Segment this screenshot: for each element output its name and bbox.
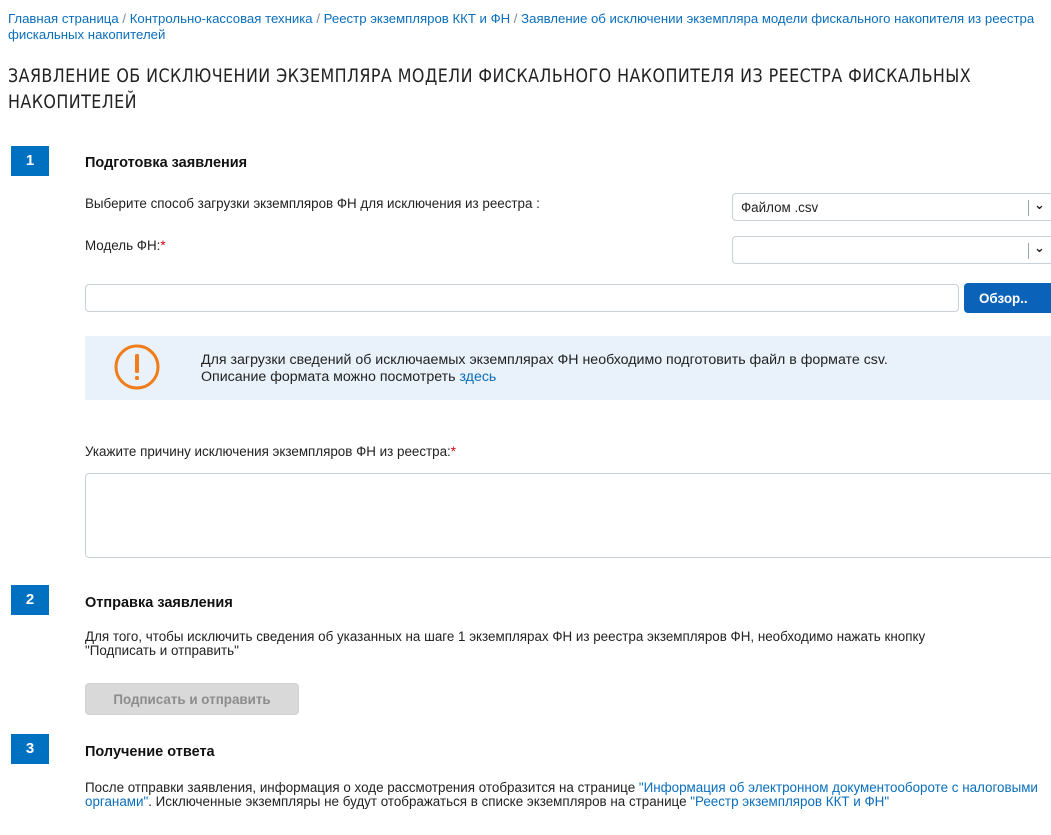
breadcrumb-cash-registers[interactable]: Контрольно-кассовая техника (130, 11, 313, 26)
step-3-title: Получение ответа (85, 744, 215, 760)
step-1-title: Подготовка заявления (85, 155, 248, 171)
file-path-input[interactable] (85, 284, 959, 312)
chevron-down-icon[interactable]: ⌄ (1034, 240, 1045, 256)
upload-method-label: Выберите способ загрузки экземпляров ФН … (85, 196, 540, 211)
step-number-1: 1 (11, 146, 49, 176)
required-mark: * (450, 444, 456, 459)
breadcrumb-separator: / (316, 11, 320, 26)
upload-method-select[interactable]: Файлом .csv ⌄ (732, 193, 1051, 221)
reason-label: Укажите причину исключения экземпляров Ф… (85, 444, 456, 459)
notice-message: Для загрузки сведений об исключаемых экз… (201, 352, 888, 386)
notice-line-2: Описание формата можно посмотреть здесь (201, 369, 888, 386)
breadcrumb-separator: / (122, 11, 127, 26)
exclamation-circle-icon (113, 343, 161, 394)
step-2-title: Отправка заявления (85, 595, 233, 611)
step-3-description: После отправки заявления, информация о х… (85, 781, 1045, 809)
select-divider (1028, 243, 1029, 259)
step-2-text-line-2: "Подписать и отправить" (85, 643, 239, 658)
breadcrumb-separator: / (513, 11, 518, 26)
select-divider (1028, 200, 1029, 216)
model-label-text: Модель ФН: (85, 238, 161, 253)
format-description-link[interactable]: здесь (459, 369, 496, 385)
page: Главная страница / Контрольно-кассовая т… (0, 0, 1051, 835)
step-2-description: Для того, чтобы исключить сведения об ук… (85, 630, 1051, 658)
browse-button[interactable]: Обзор.. (964, 283, 1051, 313)
step-2-text-line-1: Для того, чтобы исключить сведения об ук… (85, 629, 926, 644)
model-label: Модель ФН:* (85, 238, 166, 253)
required-mark: * (160, 238, 166, 253)
model-select[interactable]: ⌄ (732, 236, 1051, 264)
page-title: ЗАЯВЛЕНИЕ ОБ ИСКЛЮЧЕНИИ ЭКЗЕМПЛЯРА МОДЕЛ… (8, 66, 972, 113)
chevron-down-icon[interactable]: ⌄ (1034, 197, 1045, 213)
registry-link[interactable]: "Реестр экземпляров ККТ и ФН" (690, 794, 889, 809)
reason-textarea[interactable] (85, 473, 1051, 558)
step-number-3: 3 (11, 734, 49, 764)
notice-line-1: Для загрузки сведений об исключаемых экз… (201, 352, 888, 368)
info-notice: Для загрузки сведений об исключаемых экз… (85, 336, 1051, 400)
breadcrumb: Главная страница / Контрольно-кассовая т… (8, 11, 1048, 43)
reason-label-text: Укажите причину исключения экземпляров Ф… (85, 444, 451, 459)
upload-method-value: Файлом .csv (741, 200, 819, 215)
sign-and-send-button[interactable]: Подписать и отправить (85, 683, 299, 715)
step-3-text-1: После отправки заявления, информация о х… (85, 780, 639, 795)
notice-line-2-text: Описание формата можно посмотреть (201, 369, 456, 385)
breadcrumb-home[interactable]: Главная страница (8, 11, 119, 26)
breadcrumb-registry[interactable]: Реестр экземпляров ККТ и ФН (324, 11, 510, 26)
step-number-2: 2 (11, 585, 49, 615)
step-3-text-2: . Исключенные экземпляры не будут отобра… (148, 794, 691, 809)
